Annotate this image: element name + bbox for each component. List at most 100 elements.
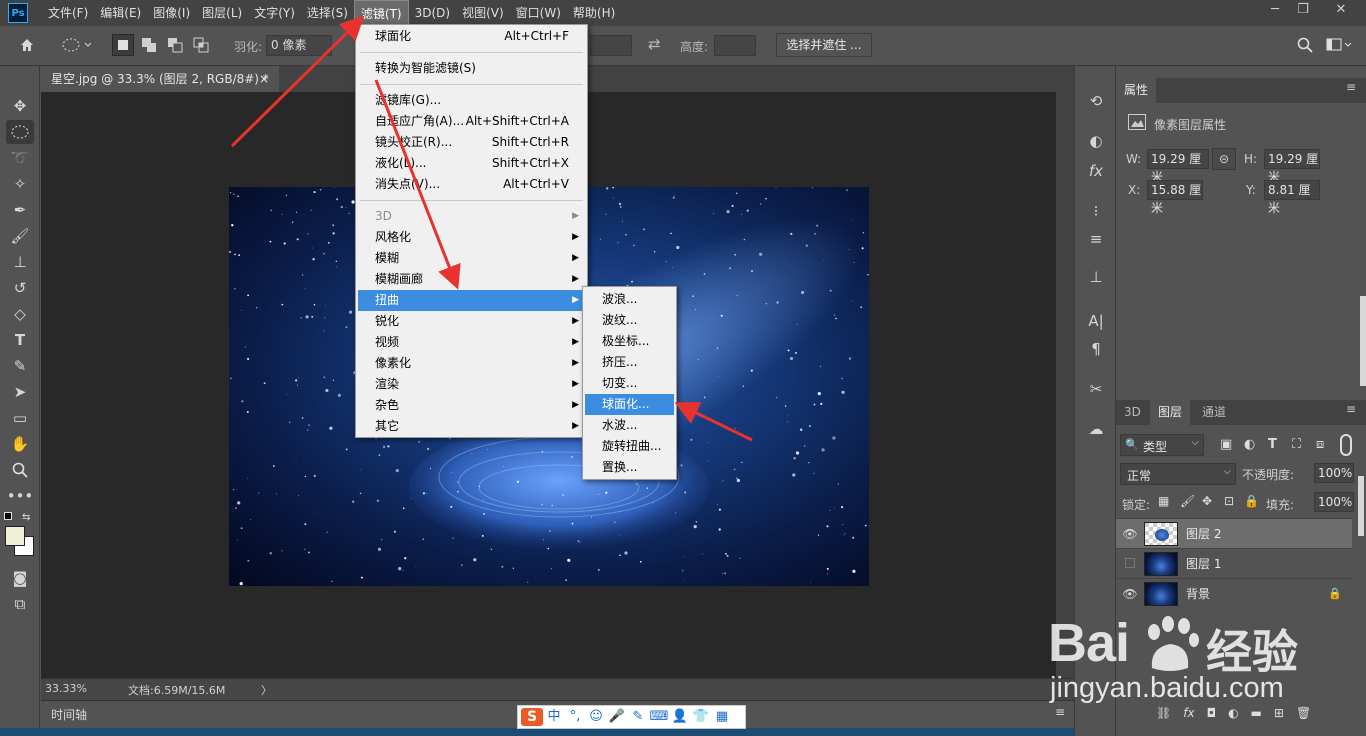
- menu-9[interactable]: 视图(V): [456, 0, 510, 26]
- width-field[interactable]: 19.29 厘米: [1147, 149, 1209, 184]
- close-tab-icon[interactable]: ×: [259, 66, 269, 92]
- opacity-field[interactable]: 100%: [1314, 463, 1354, 483]
- filter-menu-item[interactable]: 扭曲 ▶: [358, 290, 585, 311]
- tab-3d[interactable]: 3D: [1116, 400, 1149, 425]
- eyedropper-tool-icon[interactable]: ✒: [6, 198, 34, 222]
- sogou-logo-icon[interactable]: S: [521, 708, 543, 726]
- layers-scrollbar[interactable]: [1358, 476, 1364, 536]
- distort-submenu-item[interactable]: 波浪...: [585, 289, 674, 310]
- toolbox-icon[interactable]: ▦: [712, 708, 732, 726]
- magic-wand-tool-icon[interactable]: ✧: [6, 172, 34, 196]
- x-field[interactable]: 15.88 厘米: [1147, 180, 1203, 215]
- menu-11[interactable]: 帮助(H): [567, 0, 621, 26]
- filter-menu-item[interactable]: 镜头校正(R)... Shift+Ctrl+R: [358, 132, 585, 153]
- menu-4[interactable]: 图层(L): [196, 0, 248, 26]
- properties-scrollbar[interactable]: [1360, 296, 1366, 386]
- history-panel-icon[interactable]: ⟲: [1084, 90, 1108, 112]
- character-panel-icon[interactable]: A|: [1084, 310, 1108, 332]
- swap-colors-icon[interactable]: ⇆: [22, 512, 30, 523]
- menu-10[interactable]: 窗口(W): [510, 0, 567, 26]
- layer-row[interactable]: 👁 背景 🔒: [1116, 578, 1352, 608]
- keyboard-icon[interactable]: ⌨: [649, 708, 669, 726]
- distort-submenu-item[interactable]: 水波...: [585, 415, 674, 436]
- lock-position-icon[interactable]: ✥: [1202, 494, 1212, 508]
- rectangle-tool-icon[interactable]: ▭: [6, 406, 34, 430]
- layer-name[interactable]: 背景: [1186, 585, 1210, 602]
- distort-submenu-item[interactable]: 旋转扭曲...: [585, 436, 674, 457]
- emoji-icon[interactable]: ☺: [586, 708, 606, 726]
- menu-5[interactable]: 文字(Y): [248, 0, 301, 26]
- screen-mode-icon[interactable]: ⧉: [6, 592, 34, 616]
- filter-smart-object-icon[interactable]: ⧈: [1316, 437, 1324, 452]
- minimize-button[interactable]: ─: [1260, 0, 1290, 22]
- zoom-level[interactable]: 33.33%: [45, 682, 87, 695]
- filter-menu-item[interactable]: 自适应广角(A)... Alt+Shift+Ctrl+A: [358, 111, 585, 132]
- type-tool-icon[interactable]: T: [6, 328, 34, 352]
- elliptical-marquee-preset-icon[interactable]: [58, 34, 94, 56]
- pen-tool-icon[interactable]: ✎: [6, 354, 34, 378]
- close-window-button[interactable]: ✕: [1326, 0, 1356, 22]
- swap-icon[interactable]: ⇄: [648, 35, 661, 53]
- filter-menu-item[interactable]: 滤镜库(G)...: [358, 90, 585, 111]
- menu-1[interactable]: 文件(F): [42, 0, 94, 26]
- filter-type-icon[interactable]: T: [1268, 437, 1277, 452]
- tools-presets-icon[interactable]: ✂: [1084, 378, 1108, 400]
- visibility-eye-icon[interactable]: 👁: [1116, 587, 1144, 601]
- filter-menu-item[interactable]: 杂色 ▶: [358, 395, 585, 416]
- styles-panel-icon[interactable]: fx: [1084, 160, 1108, 182]
- panel-menu-icon[interactable]: ≡: [1346, 80, 1356, 94]
- quick-mask-icon[interactable]: ◙: [6, 566, 34, 590]
- filter-menu-item[interactable]: 模糊画廊 ▶: [358, 269, 585, 290]
- lock-image-icon[interactable]: 🖌: [1180, 494, 1195, 508]
- distort-submenu-item[interactable]: 挤压...: [585, 352, 674, 373]
- status-menu-arrow[interactable]: 〉: [261, 682, 272, 698]
- brush-tool-icon[interactable]: 🖌: [6, 224, 34, 248]
- filter-menu-item[interactable]: 模糊 ▶: [358, 248, 585, 269]
- layer-name[interactable]: 图层 1: [1186, 555, 1221, 572]
- subtract-selection-icon[interactable]: [164, 34, 186, 56]
- skin-icon[interactable]: 👕: [691, 708, 711, 726]
- layer-row[interactable]: 👁 图层 2: [1116, 518, 1352, 548]
- timeline-label[interactable]: 时间轴: [51, 706, 87, 723]
- punctuation-icon[interactable]: °,: [565, 708, 585, 726]
- height-field[interactable]: 19.29 厘米: [1264, 149, 1320, 184]
- handwriting-icon[interactable]: ✎: [628, 708, 648, 726]
- hand-tool-icon[interactable]: ✋: [6, 432, 34, 456]
- lasso-tool-icon[interactable]: ➰: [6, 146, 34, 170]
- new-selection-icon[interactable]: [112, 34, 134, 56]
- distort-submenu-item[interactable]: 波纹...: [585, 310, 674, 331]
- workspace-icon[interactable]: [1324, 34, 1354, 56]
- brush-settings-icon[interactable]: ⁝: [1084, 200, 1108, 222]
- menu-6[interactable]: 选择(S): [301, 0, 354, 26]
- filter-menu-item[interactable]: 液化(L)... Shift+Ctrl+X: [358, 153, 585, 174]
- filter-menu-item[interactable]: 像素化 ▶: [358, 353, 585, 374]
- distort-submenu-item[interactable]: 切变...: [585, 373, 674, 394]
- filter-menu-item[interactable]: 消失点(V)... Alt+Ctrl+V: [358, 174, 585, 195]
- menu-3[interactable]: 图像(I): [147, 0, 196, 26]
- move-tool-icon[interactable]: ✥: [6, 94, 34, 118]
- restore-button[interactable]: ❐: [1288, 0, 1318, 22]
- layer-name[interactable]: 图层 2: [1186, 525, 1221, 542]
- tab-layers[interactable]: 图层: [1150, 400, 1191, 425]
- filter-shape-icon[interactable]: ⛶: [1292, 437, 1301, 452]
- blend-mode-select[interactable]: 正常 ⌵: [1120, 463, 1236, 485]
- tab-properties[interactable]: 属性: [1116, 78, 1157, 103]
- zoom-tool-icon[interactable]: [6, 458, 34, 482]
- lock-all-icon[interactable]: 🔒: [1244, 494, 1259, 508]
- distort-submenu-item[interactable]: 置换...: [585, 457, 674, 478]
- menu-2[interactable]: 编辑(E): [94, 0, 147, 26]
- lock-transparent-icon[interactable]: ▦: [1158, 494, 1169, 508]
- filter-menu-item[interactable]: 其它 ▶: [358, 416, 585, 437]
- intersect-selection-icon[interactable]: [190, 34, 212, 56]
- document-tab[interactable]: 星空.jpg @ 33.3% (图层 2, RGB/8#) * ×: [41, 66, 279, 92]
- visibility-box-empty[interactable]: [1116, 557, 1144, 571]
- filter-menu-item[interactable]: 渲染 ▶: [358, 374, 585, 395]
- layer-filter-select[interactable]: 🔍 类型 ⌵: [1120, 434, 1204, 456]
- home-icon[interactable]: [16, 34, 38, 56]
- more-tools-icon[interactable]: •••: [6, 484, 34, 508]
- brushes-panel-icon[interactable]: ≡: [1084, 228, 1108, 250]
- default-colors-icon[interactable]: [4, 512, 12, 520]
- menu-7[interactable]: 滤镜(T): [353, 0, 409, 26]
- search-icon[interactable]: [1294, 34, 1316, 56]
- lock-artboard-icon[interactable]: ⊡: [1224, 494, 1234, 508]
